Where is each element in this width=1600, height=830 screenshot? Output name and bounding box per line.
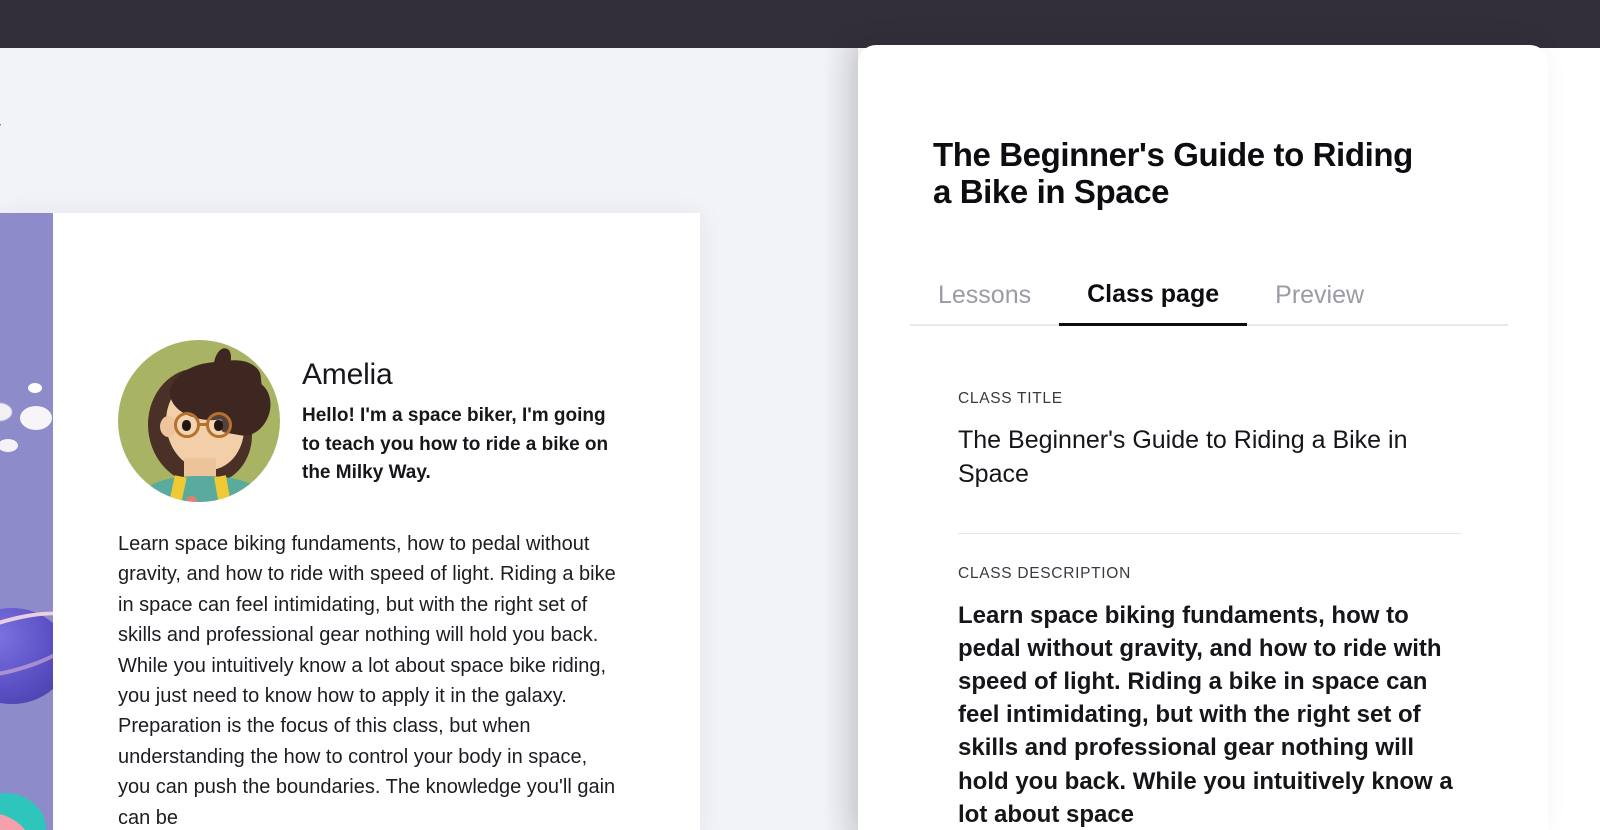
author-text: Amelia Hello! I'm a space biker, I'm goi… xyxy=(302,340,622,488)
field-class-description: CLASS DESCRIPTION Learn space biking fun… xyxy=(958,565,1463,830)
field-divider xyxy=(958,533,1461,534)
class-description-value[interactable]: Learn space biking fundaments, how to pe… xyxy=(958,599,1463,830)
field-class-title: CLASS TITLE The Beginner's Guide to Ridi… xyxy=(958,390,1463,492)
tab-class-page[interactable]: Class page xyxy=(1059,280,1248,326)
breadcrumb: VIEW xyxy=(0,122,1,140)
class-content-card: Amelia Hello! I'm a space biker, I'm goi… xyxy=(0,213,700,830)
cloud-shape-icon xyxy=(0,439,18,452)
left-page: VIEW in Space xyxy=(0,48,858,830)
class-body-text: Learn space biking fundaments, how to pe… xyxy=(118,533,616,829)
class-title-value[interactable]: The Beginner's Guide to Riding a Bike in… xyxy=(958,424,1463,492)
app-root: VIEW in Space xyxy=(0,0,1600,830)
class-description-label: CLASS DESCRIPTION xyxy=(958,565,1131,582)
avatar-shirt xyxy=(142,476,262,502)
avatar-eye-left xyxy=(182,420,191,431)
left-page-shadow-edge xyxy=(824,48,858,830)
cloud-shape-icon xyxy=(20,406,52,430)
hero-illustration-strip xyxy=(0,213,53,830)
window-chrome-bar xyxy=(0,0,1600,48)
class-title-label: CLASS TITLE xyxy=(958,390,1063,407)
class-editor-panel: The Beginner's Guide to Riding a Bike in… xyxy=(858,45,1548,830)
author-row: Amelia Hello! I'm a space biker, I'm goi… xyxy=(118,340,622,502)
avatar-glasses-bridge xyxy=(199,423,208,426)
tab-preview[interactable]: Preview xyxy=(1247,281,1392,324)
panel-title: The Beginner's Guide to Riding a Bike in… xyxy=(933,136,1413,210)
avatar-eye-right xyxy=(214,420,223,431)
author-bio: Hello! I'm a space biker, I'm going to t… xyxy=(302,405,609,483)
avatar xyxy=(118,340,280,502)
panel-tabs: Lessons Class page Preview xyxy=(910,280,1508,326)
cloud-shape-icon xyxy=(0,403,12,421)
cloud-shape-icon xyxy=(28,383,42,393)
avatar-overall-button xyxy=(186,496,197,502)
tab-lessons[interactable]: Lessons xyxy=(910,281,1059,324)
author-name: Amelia xyxy=(302,358,393,391)
